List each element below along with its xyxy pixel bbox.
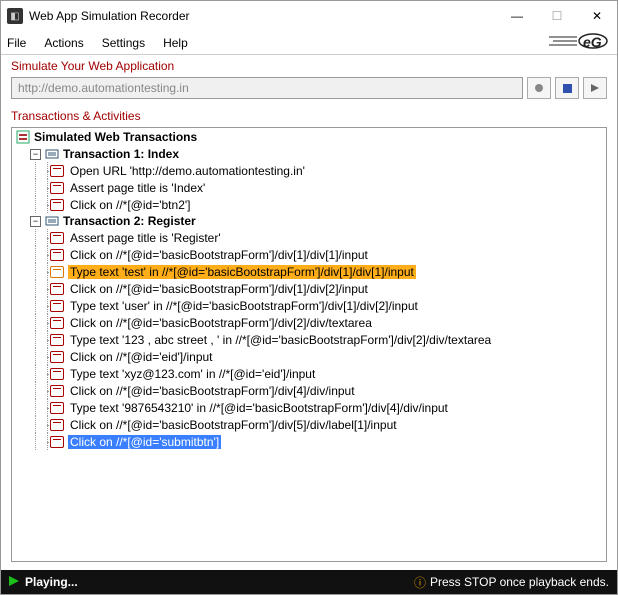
step-icon xyxy=(50,249,64,261)
step-icon xyxy=(50,165,64,177)
step-label: Type text 'xyz@123.com' in //*[@id='eid'… xyxy=(68,367,317,381)
transaction-icon xyxy=(45,147,59,161)
tree-root-icon xyxy=(16,130,30,144)
transactions-section-label: Transactions & Activities xyxy=(1,105,617,125)
tx2-step-9[interactable]: Type text 'xyz@123.com' in //*[@id='eid'… xyxy=(12,365,606,382)
step-icon xyxy=(50,300,64,312)
app-icon: ◧ xyxy=(7,8,23,24)
step-label: Click on //*[@id='basicBootstrapForm']/d… xyxy=(68,282,370,296)
step-label: Open URL 'http://demo.automationtesting.… xyxy=(68,164,307,178)
playing-icon xyxy=(9,575,19,589)
menu-file[interactable]: File xyxy=(7,36,26,50)
maximize-button[interactable]: ☐ xyxy=(537,2,577,30)
tree-root[interactable]: Simulated Web Transactions xyxy=(12,128,606,146)
step-label: Type text 'test' in //*[@id='basicBootst… xyxy=(68,265,416,279)
tx2-step-7[interactable]: Type text '123 , abc street , ' in //*[@… xyxy=(12,331,606,348)
logo-icon: eG xyxy=(549,29,609,56)
tx2-toggle[interactable]: − xyxy=(30,216,41,227)
simulate-section-label: Simulate Your Web Application xyxy=(1,55,617,75)
statusbar: Playing... ⓘ Press STOP once playback en… xyxy=(1,570,617,594)
tx1-toggle[interactable]: − xyxy=(30,149,41,160)
transactions-tree[interactable]: Simulated Web Transactions − Transaction… xyxy=(11,127,607,562)
step-label: Click on //*[@id='btn2'] xyxy=(68,198,193,212)
tx2-row[interactable]: − Transaction 2: Register xyxy=(12,213,606,229)
stop-button[interactable] xyxy=(555,77,579,99)
url-row xyxy=(1,75,617,105)
tx1-label: Transaction 1: Index xyxy=(63,147,179,161)
tx2-step-8[interactable]: Click on //*[@id='eid']/input xyxy=(12,348,606,365)
step-icon xyxy=(50,368,64,380)
tx2-step-2[interactable]: Click on //*[@id='basicBootstrapForm']/d… xyxy=(12,246,606,263)
play-button[interactable] xyxy=(583,77,607,99)
step-icon xyxy=(50,385,64,397)
step-label: Click on //*[@id='submitbtn'] xyxy=(68,435,221,449)
tx2-step-1[interactable]: Assert page title is 'Register' xyxy=(12,229,606,246)
menubar: File Actions Settings Help eG xyxy=(1,31,617,55)
tx2-step-11[interactable]: Type text '9876543210' in //*[@id='basic… xyxy=(12,399,606,416)
minimize-button[interactable]: — xyxy=(497,2,537,30)
status-text: Playing... xyxy=(25,575,78,589)
tx2-step-3[interactable]: Type text 'test' in //*[@id='basicBootst… xyxy=(12,263,606,280)
url-input[interactable] xyxy=(11,77,523,99)
step-label: Click on //*[@id='basicBootstrapForm']/d… xyxy=(68,418,399,432)
tx2-step-12[interactable]: Click on //*[@id='basicBootstrapForm']/d… xyxy=(12,416,606,433)
step-icon xyxy=(50,419,64,431)
step-icon xyxy=(50,182,64,194)
menu-settings[interactable]: Settings xyxy=(102,36,145,50)
step-label: Assert page title is 'Register' xyxy=(68,231,223,245)
tx1-step-3[interactable]: Click on //*[@id='btn2'] xyxy=(12,196,606,213)
info-icon: ⓘ xyxy=(414,574,426,591)
menu-actions[interactable]: Actions xyxy=(44,36,83,50)
step-icon xyxy=(50,436,64,448)
step-label: Type text 'user' in //*[@id='basicBootst… xyxy=(68,299,420,313)
step-icon xyxy=(50,402,64,414)
record-button[interactable] xyxy=(527,77,551,99)
step-icon xyxy=(50,283,64,295)
tx1-step-2[interactable]: Assert page title is 'Index' xyxy=(12,179,606,196)
transaction-icon xyxy=(45,214,59,228)
tree-root-label: Simulated Web Transactions xyxy=(34,130,197,144)
step-label: Click on //*[@id='basicBootstrapForm']/d… xyxy=(68,384,357,398)
step-icon xyxy=(50,351,64,363)
status-hint: Press STOP once playback ends. xyxy=(430,575,609,589)
step-label: Type text '9876543210' in //*[@id='basic… xyxy=(68,401,450,415)
tx1-row[interactable]: − Transaction 1: Index xyxy=(12,146,606,162)
step-icon xyxy=(50,334,64,346)
tx2-label: Transaction 2: Register xyxy=(63,214,196,228)
step-icon xyxy=(50,199,64,211)
step-icon-active xyxy=(50,266,64,278)
svg-text:eG: eG xyxy=(583,34,602,50)
tx1-step-1[interactable]: Open URL 'http://demo.automationtesting.… xyxy=(12,162,606,179)
step-icon xyxy=(50,317,64,329)
step-label: Click on //*[@id='basicBootstrapForm']/d… xyxy=(68,316,374,330)
window-title: Web App Simulation Recorder xyxy=(29,9,497,23)
close-button[interactable]: ✕ xyxy=(577,2,617,30)
menu-help[interactable]: Help xyxy=(163,36,188,50)
step-label: Type text '123 , abc street , ' in //*[@… xyxy=(68,333,493,347)
step-label: Assert page title is 'Index' xyxy=(68,181,207,195)
step-label: Click on //*[@id='basicBootstrapForm']/d… xyxy=(68,248,370,262)
step-icon xyxy=(50,232,64,244)
tx2-step-5[interactable]: Type text 'user' in //*[@id='basicBootst… xyxy=(12,297,606,314)
tx2-step-4[interactable]: Click on //*[@id='basicBootstrapForm']/d… xyxy=(12,280,606,297)
step-label: Click on //*[@id='eid']/input xyxy=(68,350,215,364)
tx2-step-13[interactable]: Click on //*[@id='submitbtn'] xyxy=(12,433,606,450)
tx2-step-6[interactable]: Click on //*[@id='basicBootstrapForm']/d… xyxy=(12,314,606,331)
tx2-step-10[interactable]: Click on //*[@id='basicBootstrapForm']/d… xyxy=(12,382,606,399)
titlebar: ◧ Web App Simulation Recorder — ☐ ✕ xyxy=(1,1,617,31)
